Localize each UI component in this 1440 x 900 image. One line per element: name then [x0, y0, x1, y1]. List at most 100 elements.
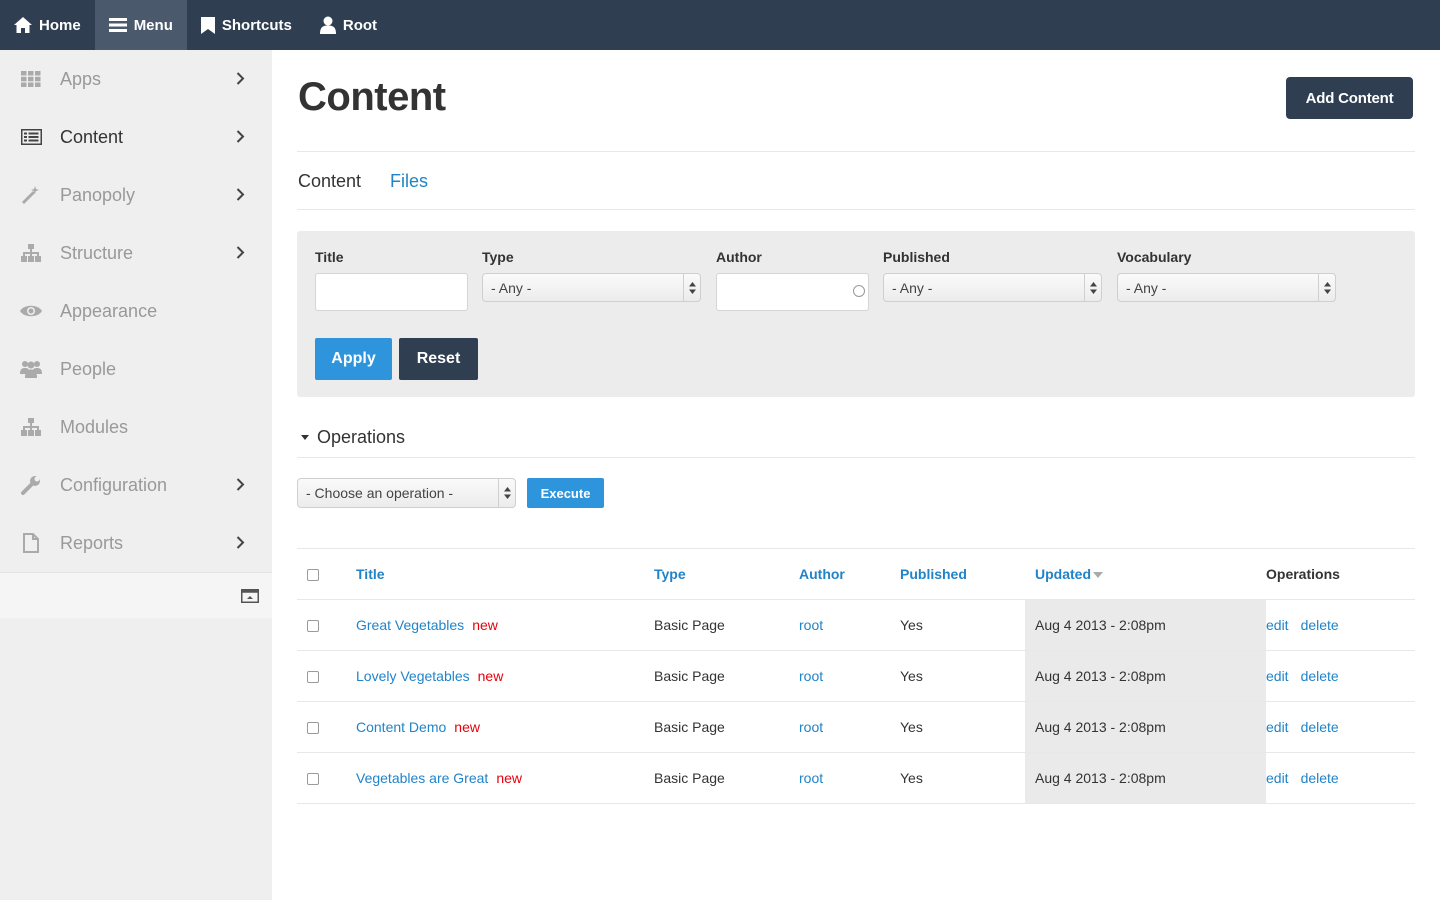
row-checkbox[interactable] — [307, 773, 319, 786]
sidebar-item-structure[interactable]: Structure — [0, 224, 272, 282]
execute-button[interactable]: Execute — [527, 478, 604, 508]
admin-toolbar: Home Menu Shortcuts Root — [0, 0, 1440, 50]
vocabulary-filter-value: - Any - — [1126, 280, 1167, 296]
author-link[interactable]: root — [799, 719, 823, 735]
author-link[interactable]: root — [799, 668, 823, 684]
sidebar-item-content[interactable]: Content — [0, 108, 272, 166]
magic-wand-icon — [20, 184, 42, 206]
column-header-type-label: Type — [654, 566, 686, 582]
chevron-right-icon — [236, 188, 245, 201]
new-marker: new — [496, 770, 522, 786]
column-header-operations: Operations — [1266, 548, 1415, 600]
updated-date: Aug 4 2013 - 2:08pm — [1025, 650, 1266, 702]
column-header-operations-label: Operations — [1266, 566, 1340, 582]
toolbar-menu-label: Menu — [133, 16, 173, 34]
select-arrows-icon — [1084, 274, 1101, 301]
operation-select-value: - Choose an operation - — [306, 485, 454, 501]
published-filter-select[interactable]: - Any - — [883, 273, 1102, 302]
column-header-published[interactable]: Published — [900, 548, 1025, 600]
edit-link[interactable]: edit — [1266, 770, 1289, 786]
sidebar-item-appearance[interactable]: Appearance — [0, 282, 272, 340]
add-content-button[interactable]: Add Content — [1286, 77, 1413, 119]
sidebar-item-configuration[interactable]: Configuration — [0, 456, 272, 514]
toolbar-home[interactable]: Home — [0, 0, 95, 50]
toolbar-shortcuts[interactable]: Shortcuts — [187, 0, 306, 50]
chevron-right-icon — [236, 72, 245, 85]
sidebar-item-label: Reports — [60, 532, 124, 553]
row-checkbox[interactable] — [307, 671, 319, 684]
sidebar-item-label: People — [60, 358, 117, 379]
updated-date: Aug 4 2013 - 2:08pm — [1025, 599, 1266, 651]
delete-link[interactable]: delete — [1301, 668, 1339, 684]
sidebar-item-people[interactable]: People — [0, 340, 272, 398]
content-title-link[interactable]: Vegetables are Great — [356, 770, 488, 786]
published-filter-value: - Any - — [892, 280, 933, 296]
wrench-icon — [20, 474, 42, 496]
toolbar-shortcuts-label: Shortcuts — [221, 16, 292, 34]
toolbar-menu[interactable]: Menu — [94, 0, 187, 50]
edit-link[interactable]: edit — [1266, 719, 1289, 735]
content-title-link[interactable]: Lovely Vegetables — [356, 668, 470, 684]
table-row: Vegetables are Great new Basic Page root … — [297, 752, 1415, 804]
column-header-author-label: Author — [799, 566, 845, 582]
sidebar-item-reports[interactable]: Reports — [0, 514, 272, 572]
sidebar-item-apps[interactable]: Apps — [0, 50, 272, 108]
author-filter-input[interactable] — [716, 273, 869, 311]
column-header-title[interactable]: Title — [356, 548, 654, 600]
row-checkbox[interactable] — [307, 620, 319, 633]
sidebar-item-label: Structure — [60, 242, 134, 263]
edit-link[interactable]: edit — [1266, 617, 1289, 633]
sitemap-icon — [20, 242, 42, 264]
new-marker: new — [454, 719, 480, 735]
sidebar-item-modules[interactable]: Modules — [0, 398, 272, 456]
delete-link[interactable]: delete — [1301, 719, 1339, 735]
table-row: Content Demo new Basic Page root Yes Aug … — [297, 701, 1415, 753]
apply-button[interactable]: Apply — [315, 338, 392, 380]
content-type: Basic Page — [654, 701, 799, 753]
content-title-link[interactable]: Content Demo — [356, 719, 446, 735]
operation-select[interactable]: - Choose an operation - — [297, 478, 516, 508]
type-filter-label: Type — [482, 249, 514, 265]
vocabulary-filter-label: Vocabulary — [1117, 249, 1192, 265]
collapse-sidebar-icon[interactable] — [241, 589, 259, 603]
admin-menu-sidebar: Apps Content Panopoly Structure Appearan… — [0, 50, 272, 900]
delete-link[interactable]: delete — [1301, 770, 1339, 786]
sidebar-item-label: Apps — [60, 68, 102, 89]
row-checkbox[interactable] — [307, 722, 319, 735]
modules-icon — [20, 416, 42, 438]
edit-link[interactable]: edit — [1266, 668, 1289, 684]
type-filter-value: - Any - — [491, 280, 532, 296]
type-filter-select[interactable]: - Any - — [482, 273, 701, 302]
sidebar-item-panopoly[interactable]: Panopoly — [0, 166, 272, 224]
author-link[interactable]: root — [799, 617, 823, 633]
operations-toggle[interactable]: Operations — [301, 427, 405, 448]
content-list-icon — [20, 126, 42, 148]
toolbar-user[interactable]: Root — [306, 0, 391, 50]
content-type: Basic Page — [654, 650, 799, 702]
table-header-row: Title Type Author Published Updated Oper… — [297, 548, 1415, 600]
chevron-right-icon — [236, 536, 245, 549]
chevron-right-icon — [236, 478, 245, 491]
sidebar-item-label: Configuration — [60, 474, 168, 495]
published-status: Yes — [900, 752, 1025, 804]
select-all-checkbox[interactable] — [307, 569, 319, 582]
chevron-right-icon — [236, 246, 245, 259]
column-header-type[interactable]: Type — [654, 548, 799, 600]
sort-descending-icon — [1093, 572, 1103, 579]
reset-button[interactable]: Reset — [399, 338, 478, 380]
select-arrows-icon — [1318, 274, 1335, 301]
content-title-link[interactable]: Great Vegetables — [356, 617, 464, 633]
column-header-updated-label: Updated — [1035, 566, 1091, 582]
toolbar-user-label: Root — [342, 16, 378, 34]
caret-down-icon — [301, 435, 309, 440]
delete-link[interactable]: delete — [1301, 617, 1339, 633]
author-link[interactable]: root — [799, 770, 823, 786]
title-filter-input[interactable] — [315, 273, 468, 311]
column-header-author[interactable]: Author — [799, 548, 900, 600]
operations-heading: Operations — [317, 427, 406, 447]
column-header-updated[interactable]: Updated — [1025, 548, 1266, 600]
vocabulary-filter-select[interactable]: - Any - — [1117, 273, 1336, 302]
tab-files[interactable]: Files — [390, 171, 428, 192]
sidebar-item-label: Appearance — [60, 300, 158, 321]
tab-content[interactable]: Content — [298, 171, 361, 192]
